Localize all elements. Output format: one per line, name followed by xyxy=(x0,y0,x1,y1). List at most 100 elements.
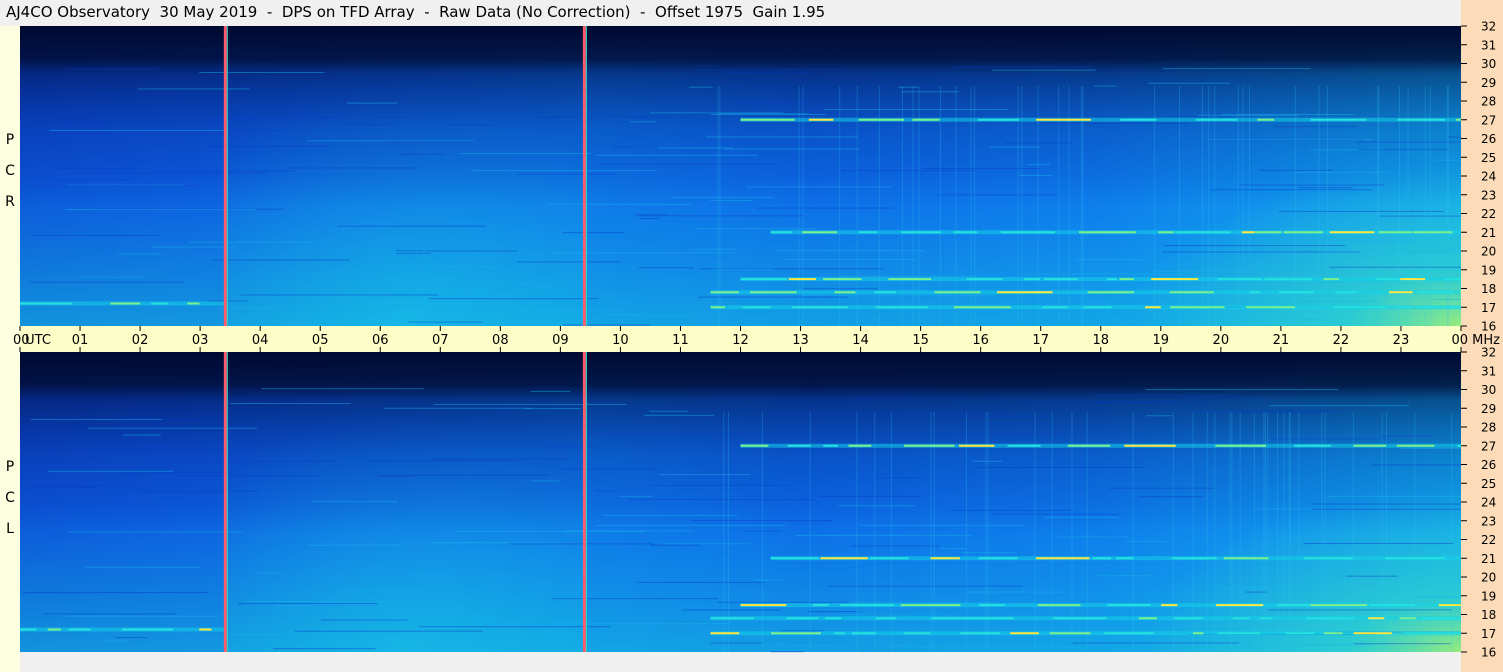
rcp-texture-streak xyxy=(292,113,322,115)
rcp-marker-line-1 xyxy=(223,26,227,326)
lcp-texture-column xyxy=(1214,412,1216,652)
lcp-feature-band xyxy=(1368,617,1385,620)
rcp-feature-band xyxy=(1023,278,1040,281)
lcp-freq-tick-label: 16 xyxy=(1481,646,1496,660)
rcp-texture-streak xyxy=(1278,210,1445,212)
lcp-texture-column xyxy=(856,412,858,652)
rcp-freq-tick-label: 21 xyxy=(1481,226,1496,240)
time-tick-label: 17 xyxy=(1032,333,1049,348)
lcp-texture-streak xyxy=(858,524,1026,526)
lcp-feature-band xyxy=(1457,444,1461,447)
lcp-texture-streak xyxy=(384,407,532,409)
lcp-freq-tick-label: 32 xyxy=(1481,346,1496,360)
lcp-texture-column xyxy=(1264,412,1266,652)
lcp-texture-streak xyxy=(710,642,763,644)
lcp-texture-streak xyxy=(223,634,349,636)
rcp-feature-band xyxy=(1083,306,1112,309)
rcp-freq-tick-label: 22 xyxy=(1481,207,1496,221)
rcp-texture-streak xyxy=(1205,249,1355,251)
lcp-freq-tick-label: 22 xyxy=(1481,533,1496,547)
lcp-texture-streak xyxy=(795,534,972,536)
lcp-feature-band xyxy=(1277,604,1310,607)
rcp-feature-band xyxy=(1375,278,1400,281)
lcp-texture-streak xyxy=(682,609,781,611)
rcp-texture-column xyxy=(1202,86,1204,326)
rcp-texture-column xyxy=(1424,86,1426,326)
lcp-texture-streak xyxy=(321,619,409,621)
lcp-feature-band xyxy=(1215,444,1266,447)
lcp-feature-band xyxy=(1107,604,1151,607)
lcp-texture-streak xyxy=(637,581,765,583)
rcp-texture-streak xyxy=(386,141,474,143)
rcp-feature-band xyxy=(1119,278,1134,281)
lcp-freq-tick-label: 20 xyxy=(1481,571,1496,585)
lcp-marker-line-edge-2 xyxy=(585,352,587,652)
rcp-feature-band xyxy=(788,278,816,281)
lcp-feature-band xyxy=(1396,444,1435,447)
lcp-feature-band xyxy=(1294,444,1332,447)
rcp-texture-streak xyxy=(470,170,657,172)
lcp-feature-band xyxy=(979,604,1005,607)
rcp-freq-tick-label: 23 xyxy=(1481,188,1496,202)
rcp-texture-streak xyxy=(713,268,774,270)
rcp-freq-tick-label: 32 xyxy=(1481,20,1496,34)
rcp-texture-streak xyxy=(824,109,1008,111)
lcp-texture-column xyxy=(1192,412,1194,652)
rcp-marker-line-2 xyxy=(582,26,586,326)
lcp-texture-streak xyxy=(939,547,966,549)
lcp-texture-streak xyxy=(838,505,916,507)
rcp-texture-streak xyxy=(901,91,959,93)
lcp-feature-band xyxy=(1399,617,1417,620)
rcp-feature-band xyxy=(1329,231,1375,234)
rcp-texture-streak xyxy=(898,86,919,88)
rcp-texture-streak xyxy=(638,267,695,269)
rcp-texture-streak xyxy=(1154,270,1330,272)
rcp-texture-streak xyxy=(328,88,520,90)
rcp-texture-column xyxy=(1294,86,1296,326)
rcp-texture-column xyxy=(1398,86,1400,326)
lcp-texture-streak xyxy=(850,545,940,547)
rcp-texture-streak xyxy=(446,124,495,126)
lcp-texture-streak xyxy=(25,485,137,487)
lcp-texture-streak xyxy=(1251,567,1390,569)
time-tick-label: 01 xyxy=(72,333,89,348)
lcp-texture-streak xyxy=(1326,496,1461,498)
lcp-texture-column xyxy=(1231,412,1233,652)
lcp-texture-streak xyxy=(990,513,1121,515)
rcp-texture-column xyxy=(918,86,920,326)
lcp-feature-band xyxy=(122,628,174,631)
lcp-feature-band xyxy=(1049,632,1091,635)
lcp-texture-streak xyxy=(972,460,1002,462)
lcp-texture-streak xyxy=(588,432,747,434)
rcp-freq-tick-label: 31 xyxy=(1481,38,1496,52)
time-tick-label: 03 xyxy=(192,333,209,348)
rcp-texture-streak xyxy=(1358,149,1450,151)
lcp-texture-streak xyxy=(275,604,315,606)
rcp-texture-streak xyxy=(118,253,162,255)
rcp-texture-streak xyxy=(1321,250,1459,252)
rcp-texture-streak xyxy=(1380,215,1461,217)
lcp-texture-streak xyxy=(774,644,839,646)
lcp-feature-band xyxy=(199,628,212,631)
lcp-texture-streak xyxy=(122,434,162,436)
rcp-texture-streak xyxy=(478,284,564,286)
time-tick-label: 19 xyxy=(1153,333,1170,348)
lcp-texture-streak xyxy=(1303,542,1454,544)
lcp-texture-streak xyxy=(644,414,715,416)
rcp-texture-streak xyxy=(370,302,471,304)
lcp-texture-streak xyxy=(546,445,597,447)
lcp-feature-band xyxy=(1420,617,1461,620)
rcp-texture-streak xyxy=(756,207,894,209)
rcp-texture-streak xyxy=(30,281,184,283)
rcp-feature-band xyxy=(934,291,981,294)
lcp-texture-streak xyxy=(807,611,857,613)
rcp-feature-band xyxy=(1106,278,1118,281)
lcp-texture-streak xyxy=(1097,575,1153,577)
lcp-texture-column xyxy=(1276,412,1278,652)
rcp-feature-band xyxy=(1378,231,1413,234)
lcp-texture-streak xyxy=(818,495,921,497)
rcp-texture-streak xyxy=(594,154,758,156)
lcp-feature-band xyxy=(812,604,829,607)
lcp-feature-band xyxy=(931,617,958,620)
lcp-texture-streak xyxy=(230,402,351,404)
